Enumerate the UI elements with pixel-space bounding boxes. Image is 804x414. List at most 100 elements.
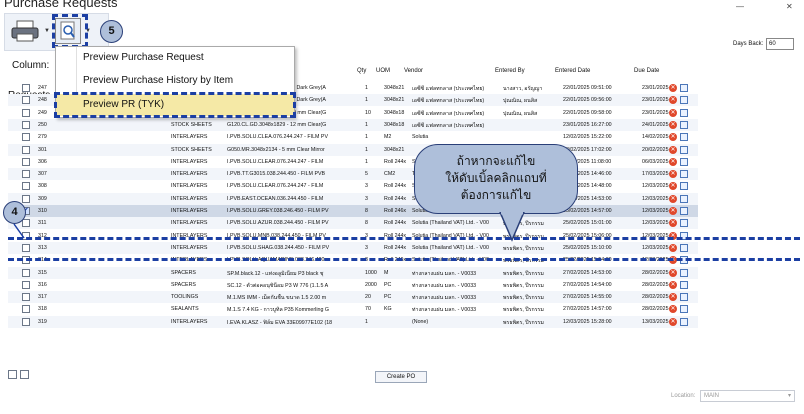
menu-item-preview-purchase-request[interactable]: Preview Purchase Request — [56, 47, 294, 69]
table-row[interactable]: 306 INTERLAYERS I.PVB.SOLU.CLEAR.076.244.2… — [8, 156, 698, 168]
row-checkbox[interactable] — [22, 108, 30, 117]
table-row[interactable]: 311 INTERLAYERS I.PVB.SOLU.AZUR.038.244.45… — [8, 217, 698, 230]
select-all-checkbox[interactable] — [8, 370, 17, 379]
days-back-input[interactable]: 60 — [766, 38, 794, 50]
header-vendor[interactable]: Vendor — [404, 68, 423, 80]
delete-icon[interactable]: ✕ — [669, 145, 677, 154]
table-row[interactable]: 318 SEALANTS M.1.S 7.4 KG - กาวบูทิล P35 K… — [8, 303, 698, 315]
cell-uom: M — [384, 269, 389, 276]
printer-icon[interactable] — [10, 20, 40, 42]
delete-icon[interactable]: ✕ — [669, 207, 677, 215]
cell-request-id: 313 — [38, 244, 47, 251]
table-row[interactable]: 315 SPACERS SP.M.black.12 - แท่งอลูมิเนียม… — [8, 266, 698, 279]
edit-icon[interactable] — [680, 182, 688, 191]
row-checkbox[interactable] — [22, 120, 30, 129]
delete-icon[interactable]: ✕ — [669, 157, 677, 166]
cell-request-id: 301 — [38, 146, 47, 153]
delete-icon[interactable]: ✕ — [669, 96, 677, 105]
table-row[interactable]: 316 SPACERS SC.12 - ตัวต่อคอนุชินีอม P3 W … — [8, 279, 698, 291]
edit-icon[interactable] — [680, 170, 688, 179]
delete-icon[interactable]: ✕ — [669, 280, 677, 289]
delete-icon[interactable]: ✕ — [669, 182, 677, 191]
header-uom[interactable]: UOM — [376, 68, 390, 80]
cell-entered-by: พรธพิตร, ปีรกรรม — [503, 319, 544, 326]
header-entered-by[interactable]: Entered By — [495, 68, 525, 80]
callout-line-1: ถ้าหากจะแก้ไข — [456, 154, 536, 168]
delete-icon[interactable]: ✕ — [669, 293, 677, 302]
table-row[interactable]: 301 STOCK SHEETS G050.MR.3048x2134 - 5 mm … — [8, 143, 698, 156]
row-checkbox[interactable] — [22, 280, 30, 289]
table-row[interactable]: 307 INTERLAYERS I.PVB.TT.G3015.038.244.450… — [8, 168, 698, 181]
cell-entered-by: พรธพิตร, ปีรกรรม — [503, 295, 544, 302]
delete-icon[interactable]: ✕ — [669, 305, 677, 314]
edit-icon[interactable] — [680, 84, 688, 92]
row-checkbox[interactable] — [22, 133, 30, 142]
edit-icon[interactable] — [680, 280, 688, 289]
printer-dropdown-icon[interactable]: ▼ — [44, 28, 50, 34]
edit-icon[interactable] — [680, 108, 688, 117]
edit-icon[interactable] — [680, 268, 688, 277]
cell-category: INTERLAYERS — [171, 183, 208, 190]
row-checkbox[interactable] — [22, 243, 30, 252]
delete-icon[interactable]: ✕ — [669, 317, 677, 326]
edit-icon[interactable] — [680, 96, 688, 105]
table-row[interactable]: 313 INTERLAYERS I.PVB.SOLU.SHAG.038.244.45… — [8, 241, 698, 254]
delete-icon[interactable]: ✕ — [669, 120, 677, 129]
edit-icon[interactable] — [680, 293, 688, 302]
edit-icon[interactable] — [680, 219, 688, 228]
minimize-button[interactable]: — — [736, 2, 744, 11]
edit-icon[interactable] — [680, 317, 688, 326]
highlight-preview-pr-tyk — [54, 92, 296, 118]
table-row[interactable]: 279 INTERLAYERS I.PVB.SOLU.CLEA.076.244.24… — [8, 131, 698, 143]
delete-icon[interactable]: ✕ — [669, 268, 677, 277]
delete-icon[interactable]: ✕ — [669, 243, 677, 252]
row-checkbox[interactable] — [22, 317, 30, 326]
table-row[interactable]: 250 STOCK SHEETS G120.CL.GD.3048x1829 - 12… — [8, 118, 698, 131]
row-checkbox[interactable] — [22, 145, 30, 154]
table-row[interactable]: 309 INTERLAYERS I.PVB.EAST.OCEAN.036.244.4… — [8, 192, 698, 205]
header-due-date[interactable]: Due Date — [634, 68, 659, 80]
delete-icon[interactable]: ✕ — [669, 133, 677, 142]
edit-icon[interactable] — [680, 133, 688, 142]
row-checkbox[interactable] — [22, 96, 30, 105]
row-checkbox[interactable] — [22, 170, 30, 179]
cell-entered-date: 12/03/2025 15:28:00 — [563, 318, 612, 325]
header-entered-date[interactable]: Entered Date — [555, 68, 590, 80]
edit-icon[interactable] — [680, 194, 688, 203]
cell-item: I.PVB.SOLU.CLEA.076.244.247 - FILM PV — [227, 134, 328, 141]
create-po-button[interactable]: Create PO — [375, 371, 427, 383]
menu-item-preview-purchase-history[interactable]: Preview Purchase History by Item — [56, 70, 294, 92]
row-checkbox[interactable] — [22, 157, 30, 166]
row-checkbox[interactable] — [22, 194, 30, 203]
close-button[interactable]: ✕ — [786, 2, 793, 11]
row-checkbox[interactable] — [22, 305, 30, 314]
edit-icon[interactable] — [680, 243, 688, 252]
location-select[interactable]: MAIN ▾ — [700, 390, 795, 402]
table-row[interactable]: 308 INTERLAYERS I.PVB.SOLU.CLEAR.076.244.2… — [8, 180, 698, 192]
table-row[interactable]: ✔310INTERLAYERSI.PVB.SOLU.GREY.038.246.4… — [8, 205, 698, 217]
edit-icon[interactable] — [680, 207, 688, 215]
cell-qty: 5 — [365, 171, 368, 178]
table-row[interactable]: 319 INTERLAYERS I.EVA.KLASZ - ฟิล์ม EVA 33… — [8, 315, 698, 328]
edit-icon[interactable] — [680, 120, 688, 129]
delete-icon[interactable]: ✕ — [669, 194, 677, 203]
edit-icon[interactable] — [680, 157, 688, 166]
delete-icon[interactable]: ✕ — [669, 108, 677, 117]
edit-icon[interactable] — [680, 305, 688, 314]
row-checkbox[interactable] — [22, 268, 30, 277]
cell-item: I.PVB.SOLU.AZUR.038.244.450 - FILM PV — [227, 220, 329, 227]
row-checkbox[interactable] — [22, 84, 30, 92]
table-row[interactable]: 317 TOOLINGS M.1.MS IMM - เม็ดกันชื้น ขนาด… — [8, 291, 698, 304]
cell-entered-date: 25/02/2025 15:01:00 — [563, 220, 612, 227]
row-checkbox[interactable] — [22, 293, 30, 302]
delete-icon[interactable]: ✕ — [669, 219, 677, 228]
row-checkbox[interactable] — [22, 182, 30, 191]
cell-category: INTERLAYERS — [171, 195, 208, 202]
header-qty[interactable]: Qty — [357, 68, 366, 80]
select-all-checkbox-2[interactable] — [20, 370, 29, 379]
edit-icon[interactable] — [680, 145, 688, 154]
cell-category: INTERLAYERS — [171, 318, 208, 325]
delete-icon[interactable]: ✕ — [669, 170, 677, 179]
delete-icon[interactable]: ✕ — [669, 84, 677, 92]
cell-qty: 1000 — [365, 269, 377, 276]
